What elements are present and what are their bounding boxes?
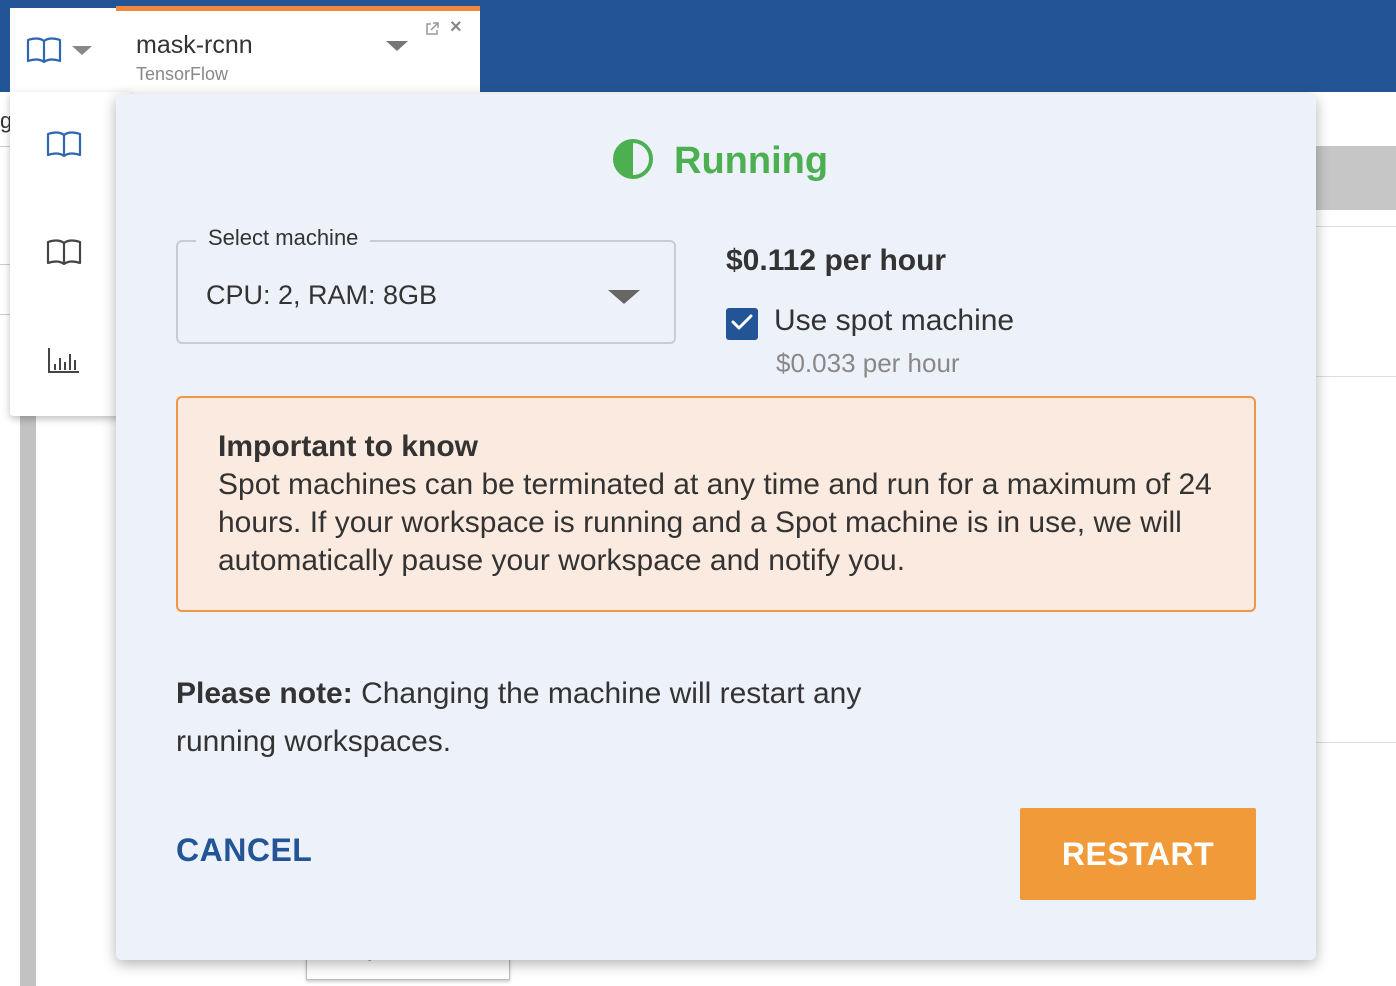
workspace-tab[interactable]: mask-rcnn TensorFlow × <box>116 6 480 92</box>
close-icon[interactable]: × <box>450 16 462 39</box>
sidebar-item-metrics[interactable] <box>44 342 84 382</box>
book-icon <box>26 36 62 64</box>
machine-select-value: CPU: 2, RAM: 8GB <box>206 280 438 310</box>
sidebar-item-docs[interactable] <box>44 234 84 274</box>
book-icon <box>46 130 82 163</box>
background-divider <box>1316 742 1396 743</box>
machine-select-label: Select machine <box>196 225 371 251</box>
checkmark-icon <box>731 313 753 336</box>
half-circle-icon <box>612 138 654 185</box>
spot-machine-checkbox[interactable] <box>726 308 758 340</box>
background-header-block <box>1316 146 1396 210</box>
tab-dropdown-button[interactable] <box>386 41 408 69</box>
sidebar-toggle-button[interactable] <box>10 8 116 92</box>
book-open-icon <box>46 238 82 271</box>
background-divider <box>1316 226 1396 227</box>
chevron-down-icon <box>608 290 640 304</box>
status-label: Running <box>674 140 829 182</box>
machine-settings-dialog: Running Select machine CPU: 2, RAM: 8GB … <box>116 94 1316 960</box>
spot-machine-price: $0.033 per hour <box>776 348 960 378</box>
tab-title: mask-rcnn <box>136 31 253 59</box>
tab-subtitle: TensorFlow <box>136 64 229 84</box>
spot-warning-box: Important to know Spot machines can be t… <box>176 396 1256 612</box>
chevron-down-icon <box>386 41 408 68</box>
status-indicator: Running <box>612 138 828 185</box>
spot-machine-label[interactable]: Use spot machine <box>774 304 1014 338</box>
restart-note-label: Please note: <box>176 677 353 710</box>
popout-icon[interactable] <box>424 21 440 41</box>
machine-select[interactable]: Select machine CPU: 2, RAM: 8GB <box>176 225 676 344</box>
sidebar-item-notebooks[interactable] <box>44 126 84 166</box>
bar-chart-icon <box>47 346 81 379</box>
background-divider <box>1316 376 1396 377</box>
cancel-button[interactable]: CANCEL <box>176 832 312 869</box>
sidebar-flyout-menu <box>10 92 130 416</box>
machine-price: $0.112 per hour <box>726 244 947 277</box>
warning-title: Important to know <box>218 430 478 463</box>
chevron-down-icon <box>72 45 92 55</box>
restart-note: Please note: Changing the machine will r… <box>176 670 936 766</box>
restart-button[interactable]: RESTART <box>1020 808 1256 900</box>
warning-body: Spot machines can be terminated at any t… <box>218 468 1212 577</box>
